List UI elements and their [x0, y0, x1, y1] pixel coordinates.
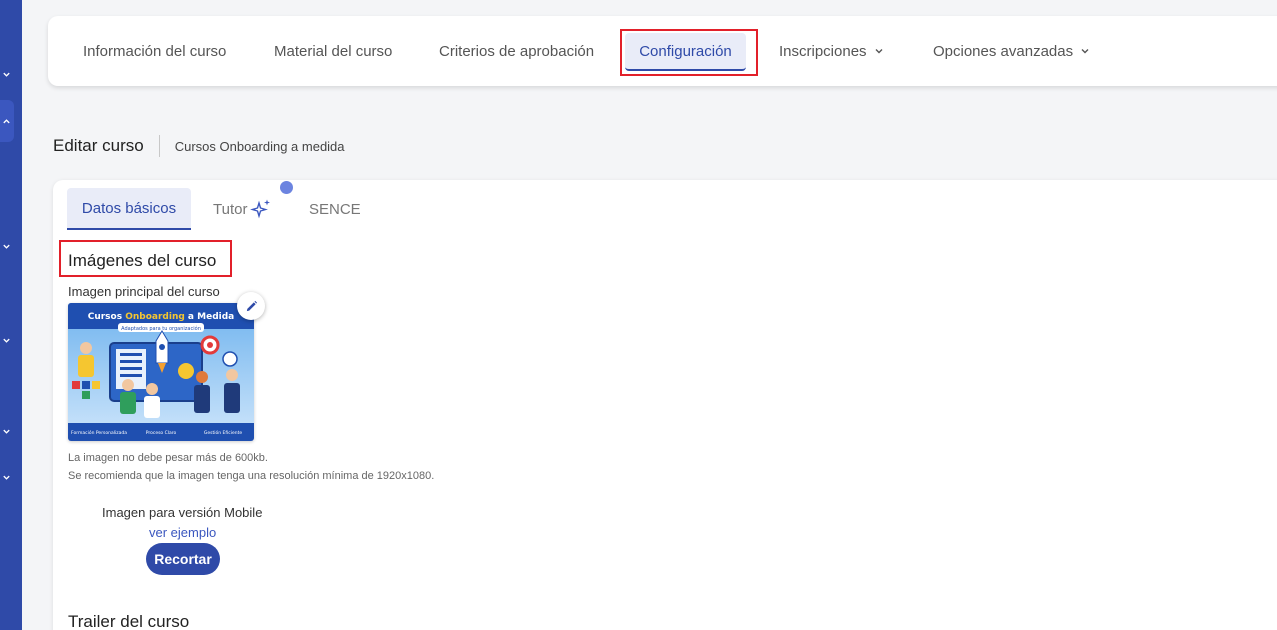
thumbnail-footer-2: Proceso Claro — [146, 430, 177, 436]
thumbnail-title-highlight: Onboarding — [125, 312, 185, 322]
size-note: La imagen no debe pesar más de 600kb. — [68, 452, 268, 464]
chevron-down-icon — [874, 46, 884, 56]
course-name: Cursos Onboarding a medida — [174, 138, 345, 154]
thumbnail-title: Cursos — [88, 312, 125, 322]
tab-label: Opciones avanzadas — [933, 42, 1074, 60]
chevron-down-icon[interactable] — [0, 425, 12, 437]
tab-informacion-del-curso[interactable]: Información del curso — [83, 16, 226, 86]
subtab-label: Tutor — [213, 200, 248, 218]
crop-button[interactable]: Recortar — [146, 543, 220, 575]
subtab-label: Datos básicos — [81, 199, 177, 217]
tab-label: Información del curso — [83, 42, 227, 60]
subtab-sence[interactable]: SENCE — [309, 188, 361, 230]
resolution-note: Se recomienda que la imagen tenga una re… — [68, 470, 435, 482]
sidebar — [0, 0, 22, 630]
page-header: Editar curso Cursos Onboarding a medida — [53, 134, 345, 158]
tab-opciones-avanzadas[interactable]: Opciones avanzadas — [933, 16, 1090, 86]
example-link[interactable]: ver ejemplo — [149, 525, 216, 540]
edit-image-button[interactable] — [237, 292, 265, 320]
subtab-label: SENCE — [309, 200, 361, 218]
tab-inscripciones[interactable]: Inscripciones — [779, 16, 884, 86]
course-main-image: Cursos Onboarding a Medida Adaptados par… — [68, 303, 254, 441]
chevron-up-icon[interactable] — [0, 115, 12, 127]
tab-label: Material del curso — [274, 42, 393, 60]
trailer-section-title: Trailer del curso — [68, 612, 190, 630]
section-title: Imágenes del curso — [68, 251, 217, 270]
mobile-image-label: Imagen para versión Mobile — [102, 505, 263, 520]
thumbnail-tagline: Adaptados para tu organización — [121, 325, 201, 332]
chevron-down-icon[interactable] — [0, 471, 12, 483]
main-image-label: Imagen principal del curso — [68, 284, 220, 299]
tab-label: Inscripciones — [779, 42, 867, 60]
svg-text:Cursos Onboarding a Medida: Cursos Onboarding a Medida — [88, 312, 235, 322]
highlight-box — [620, 29, 758, 76]
notification-dot — [280, 181, 293, 194]
thumbnail-footer-3: Gestión Eficiente — [204, 429, 242, 436]
subtab-tutor[interactable]: Tutor — [213, 188, 272, 230]
tab-material-del-curso[interactable]: Material del curso — [274, 16, 392, 86]
divider — [158, 135, 160, 157]
subtab-datos-basicos[interactable]: Datos básicos — [67, 188, 191, 230]
tab-label: Criterios de aprobación — [439, 42, 595, 60]
chevron-down-icon[interactable] — [0, 240, 12, 252]
chevron-down-icon[interactable] — [0, 68, 12, 80]
thumbnail-title-end: a Medida — [185, 312, 234, 322]
tab-criterios-de-aprobacion[interactable]: Criterios de aprobación — [439, 16, 594, 86]
chevron-down-icon — [1080, 46, 1090, 56]
pencil-icon — [245, 300, 258, 313]
page-title: Editar curso — [53, 136, 144, 155]
thumbnail-footer-1: Formación Personalizada — [71, 429, 127, 436]
sparkle-icon — [250, 198, 272, 220]
chevron-down-icon[interactable] — [0, 334, 12, 346]
